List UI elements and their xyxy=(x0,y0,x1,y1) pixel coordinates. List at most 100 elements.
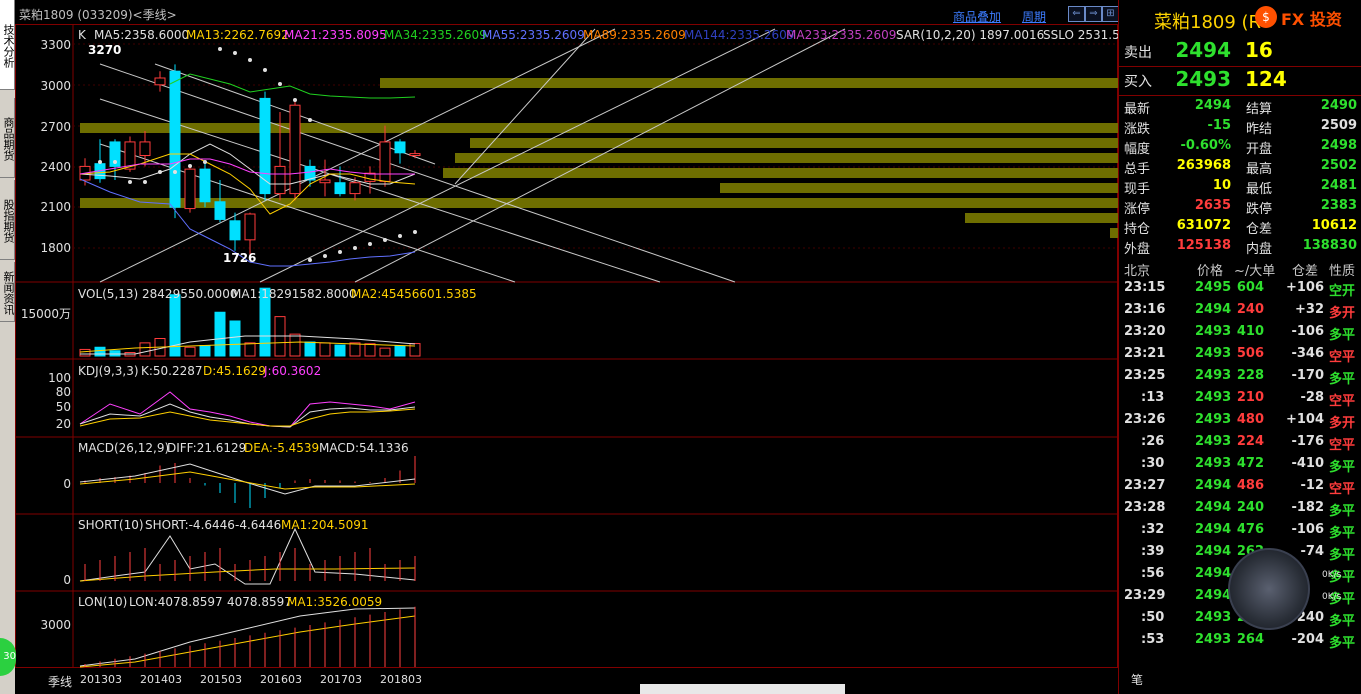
sar-dot xyxy=(143,180,147,184)
tick-row[interactable]: 23:25 2493 228 -170 多平 xyxy=(1119,366,1361,388)
tick-time: 23:28 xyxy=(1124,500,1166,515)
tick-volume: 476 xyxy=(1236,522,1264,537)
tick-price: 2494 xyxy=(1195,522,1232,537)
lon-bars xyxy=(84,606,416,667)
low-price-annotation: 1726 xyxy=(223,251,257,265)
stat-value: 2494 xyxy=(1194,98,1231,113)
stat-label: 最低 xyxy=(1246,182,1273,197)
stat-value: 2509 xyxy=(1320,118,1357,133)
buy-price: 2493 xyxy=(1175,67,1231,91)
candle-body xyxy=(379,141,391,182)
nav-fit-button[interactable]: ⊞ xyxy=(1102,6,1119,22)
tab-technical-analysis[interactable]: 技术分析 xyxy=(0,0,15,90)
stat-value: 2502 xyxy=(1320,158,1357,173)
tick-price: 2493 xyxy=(1195,390,1232,405)
tick-row[interactable]: 23:26 2493 480 +104 多开 xyxy=(1119,410,1361,432)
tick-nature: 多平 xyxy=(1329,504,1356,519)
tick-oi-change: -28 xyxy=(1300,390,1325,405)
tick-row[interactable]: 23:27 2494 486 -12 空平 xyxy=(1119,476,1361,498)
stat-value: 10 xyxy=(1212,178,1231,193)
tick-tab[interactable]: 笔 xyxy=(1131,671,1143,688)
tick-row[interactable]: 23:16 2494 240 +32 多开 xyxy=(1119,300,1361,322)
stat-label: 涨跌 xyxy=(1124,122,1151,137)
network-speed-widget[interactable] xyxy=(1228,548,1310,630)
tick-nature: 空平 xyxy=(1329,394,1356,409)
stat-label: 外盘 xyxy=(1124,242,1151,257)
stat-label: 昨结 xyxy=(1246,122,1273,137)
tick-price: 2494 xyxy=(1195,500,1232,515)
tick-time: :53 xyxy=(1141,632,1165,647)
chart-title: 菜粕1809 (033209)<季线> xyxy=(19,8,177,22)
tick-row[interactable]: 23:15 2495 604 +106 空开 xyxy=(1119,278,1361,300)
sar-dot xyxy=(413,230,417,234)
vol-axis-label: 15000万 xyxy=(20,307,71,321)
ma13-label: MA13:2262.7692 xyxy=(186,28,289,42)
candle-body xyxy=(274,165,286,195)
tab-commodity-futures[interactable]: 商品期货 xyxy=(0,98,15,178)
tick-volume: 240 xyxy=(1236,500,1264,515)
x-tick-label: 201803 xyxy=(380,673,422,686)
sar-dot xyxy=(383,238,387,242)
volume-bar xyxy=(304,341,316,357)
side-badge[interactable]: 30 xyxy=(0,638,16,676)
tick-time: :13 xyxy=(1141,390,1165,405)
x-tick-label: 201703 xyxy=(320,673,362,686)
commodity-overlay-link[interactable]: 商品叠加 xyxy=(953,8,1001,25)
short-value-label: SHORT:-4.6446 xyxy=(145,518,235,532)
chart-canvas[interactable] xyxy=(15,24,1118,669)
vol-label: VOL(5,13) 28429550.0000 xyxy=(78,287,238,301)
stat-value: 263968 xyxy=(1176,158,1231,173)
volume-bar xyxy=(289,333,301,357)
tick-row[interactable]: :30 2493 472 -410 多平 xyxy=(1119,454,1361,476)
tab-index-futures[interactable]: 股指期货 xyxy=(0,180,15,260)
stat-label: 涨停 xyxy=(1124,202,1151,217)
tick-nature: 多平 xyxy=(1329,548,1356,563)
period-link[interactable]: 周期 xyxy=(1022,8,1046,25)
tick-row[interactable]: :26 2493 224 -176 空平 xyxy=(1119,432,1361,454)
short-bars xyxy=(84,548,416,581)
volume-bar xyxy=(94,346,106,357)
sar-dot xyxy=(338,250,342,254)
volume-bar xyxy=(244,342,256,357)
sar-dot xyxy=(293,98,297,102)
tick-nature: 空平 xyxy=(1329,438,1356,453)
stat-label: 最新 xyxy=(1124,102,1151,117)
sar-dot xyxy=(158,170,162,174)
price-axis-label: 2100 xyxy=(40,200,71,214)
tick-row[interactable]: :13 2493 210 -28 空平 xyxy=(1119,388,1361,410)
kdj-k-label: K:50.2287 xyxy=(141,364,203,378)
tick-row[interactable]: 23:20 2493 410 -106 多平 xyxy=(1119,322,1361,344)
tick-price: 2495 xyxy=(1195,280,1232,295)
tick-price: 2494 xyxy=(1195,566,1232,581)
tab-news[interactable]: 新闻资讯 xyxy=(0,262,15,322)
tick-oi-change: -182 xyxy=(1291,500,1324,515)
volume-bar xyxy=(199,345,211,357)
tick-oi-change: -106 xyxy=(1291,522,1324,537)
quote-title: 菜粕1809 (R xyxy=(1154,12,1262,33)
volume-bar xyxy=(334,344,346,357)
quote-stat-row: 涨停 2635 跌停 2383 xyxy=(1119,196,1361,217)
candle-body xyxy=(319,179,331,184)
quote-stat-row: 持仓 631072 仓差 10612 xyxy=(1119,216,1361,237)
volume-bar xyxy=(184,346,196,357)
tick-row[interactable]: 23:28 2494 240 -182 多平 xyxy=(1119,498,1361,520)
sell-label: 卖出 xyxy=(1124,45,1152,61)
tick-price: 2493 xyxy=(1195,346,1232,361)
nav-left-button[interactable]: ⇐ xyxy=(1068,6,1085,22)
sell-qty: 16 xyxy=(1245,38,1273,62)
tick-volume: 410 xyxy=(1236,324,1264,339)
lon-label: LON(10) xyxy=(78,595,128,609)
logo-text: FX 投资 xyxy=(1281,10,1342,29)
tick-row[interactable]: :32 2494 476 -106 多平 xyxy=(1119,520,1361,542)
upload-speed: 0K/s xyxy=(1322,570,1342,580)
k-label: K xyxy=(78,28,86,42)
sar-label: SAR(10,2,20) 1897.0016 xyxy=(896,28,1045,42)
tick-price: 2493 xyxy=(1195,434,1232,449)
quote-stat-row: 涨跌 -15 昨结 2509 xyxy=(1119,116,1361,137)
kdj-axis-label: 50 xyxy=(55,400,71,414)
tick-row[interactable]: 23:21 2493 506 -346 空平 xyxy=(1119,344,1361,366)
tick-row[interactable]: :53 2493 264 -204 多平 xyxy=(1119,630,1361,652)
kdj-axis-label: 100 xyxy=(48,371,71,385)
nav-right-button[interactable]: ⇒ xyxy=(1085,6,1102,22)
tick-time: 23:25 xyxy=(1124,368,1166,383)
